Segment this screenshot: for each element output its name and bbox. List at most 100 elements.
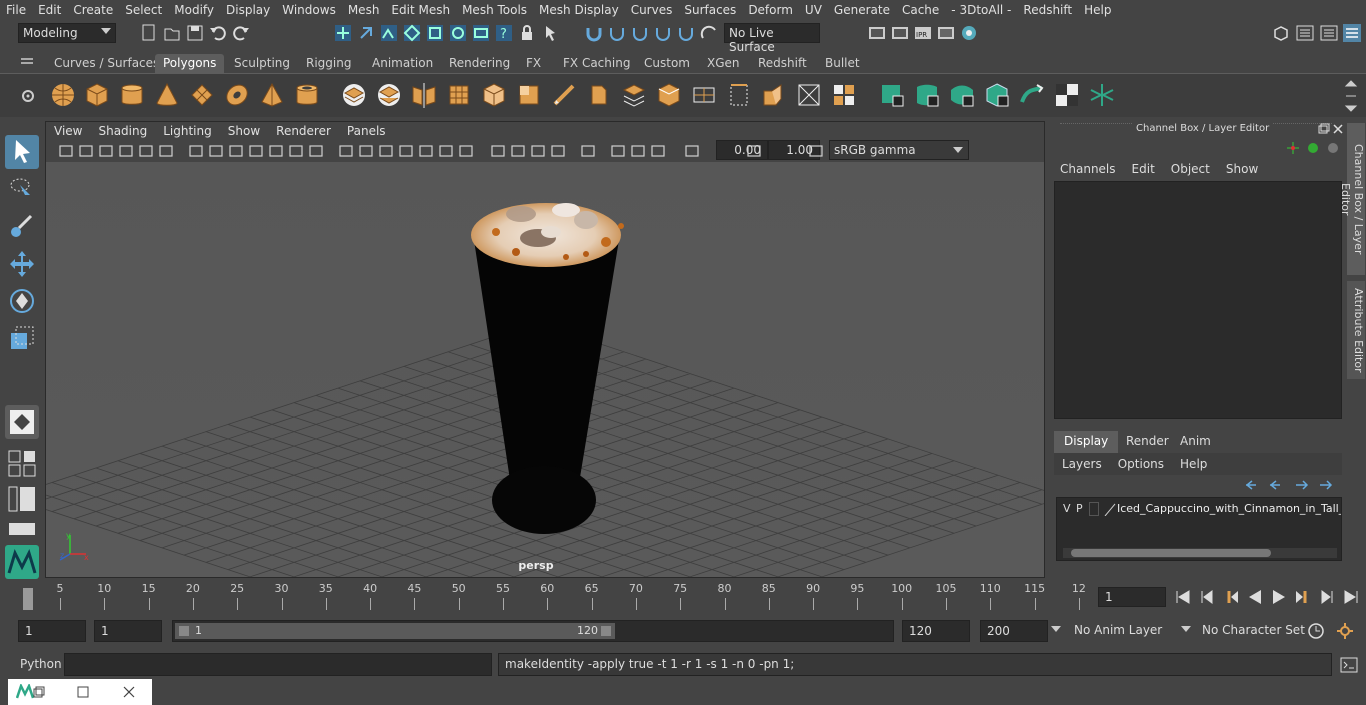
step-forward-key-icon[interactable] — [1294, 588, 1312, 606]
ipr-render-icon[interactable]: IPR — [914, 24, 932, 42]
range-end-grip[interactable] — [601, 626, 611, 636]
field-chart-icon[interactable] — [268, 143, 284, 159]
channel-menu-show[interactable]: Show — [1220, 162, 1268, 176]
new-layer-selected-icon[interactable] — [1318, 477, 1334, 491]
menu-modify[interactable]: Modify — [168, 3, 220, 17]
chevron-down-icon[interactable] — [1050, 623, 1062, 635]
symmetry-icon[interactable] — [700, 24, 718, 42]
2d-pan-icon[interactable] — [138, 143, 154, 159]
layer-display-type[interactable] — [1089, 502, 1099, 516]
menu-deform[interactable]: Deform — [742, 3, 799, 17]
gamma-icon[interactable] — [746, 143, 762, 159]
extrude-icon[interactable] — [481, 82, 507, 108]
grid-toggle-icon[interactable] — [188, 143, 204, 159]
menu-cache[interactable]: Cache — [896, 3, 945, 17]
layer-move-down-icon[interactable] — [1268, 477, 1284, 491]
shelf-tab-animation[interactable]: Animation — [364, 54, 441, 73]
snap-together-icon[interactable] — [608, 24, 626, 42]
poly-cone-icon[interactable] — [154, 82, 180, 108]
shelf-tab-fx[interactable]: FX — [518, 54, 549, 73]
menu-mesh-display[interactable]: Mesh Display — [533, 3, 625, 17]
viewport-menu-shading[interactable]: Shading — [90, 124, 155, 138]
smooth-shade-icon[interactable] — [358, 143, 374, 159]
layer-visibility-toggle[interactable]: V — [1063, 502, 1071, 515]
menu-curves[interactable]: Curves — [625, 3, 679, 17]
mode-selector[interactable]: Modeling — [18, 23, 116, 43]
film-gate-icon[interactable] — [208, 143, 224, 159]
snap-point-icon[interactable] — [449, 24, 467, 42]
range-start-grip[interactable] — [179, 626, 189, 636]
camera-select-icon[interactable] — [58, 143, 74, 159]
screen-space-ao-icon[interactable] — [510, 143, 526, 159]
time-ruler[interactable]: 1510152025303540455055606570758085909510… — [20, 582, 1092, 612]
move-tool[interactable] — [5, 247, 39, 281]
shelf-tab-redshift[interactable]: Redshift — [750, 54, 815, 73]
channel-menu-object[interactable]: Object — [1165, 162, 1220, 176]
layer-color-icon[interactable] — [1103, 502, 1117, 516]
snap-view-icon[interactable] — [472, 24, 490, 42]
shelf-tab-curves-surfaces[interactable]: Curves / Surfaces — [46, 54, 167, 73]
close-window-icon[interactable] — [122, 685, 136, 699]
shelf-tab-xgen[interactable]: XGen — [699, 54, 748, 73]
layer-move-up-icon[interactable] — [1244, 477, 1260, 491]
snap-vertex-icon[interactable] — [677, 24, 695, 42]
range-handle[interactable]: 1 120 — [175, 623, 615, 639]
xray-icon[interactable] — [418, 143, 434, 159]
layer-tab-anim[interactable]: Anim — [1170, 431, 1221, 453]
open-scene-icon[interactable] — [163, 24, 181, 42]
menu-uv[interactable]: UV — [799, 3, 828, 17]
snap-surface-icon[interactable] — [654, 24, 672, 42]
poly-cylinder-icon[interactable] — [119, 82, 145, 108]
menu-redshift[interactable]: Redshift — [1017, 3, 1078, 17]
shelf-settings-gear-icon[interactable] — [19, 87, 37, 105]
poly-pipe-icon[interactable] — [294, 82, 320, 108]
time-slider[interactable]: 1510152025303540455055606570758085909510… — [0, 580, 1366, 614]
select-cursor-icon[interactable] — [541, 24, 559, 42]
shelf-scroll-icon[interactable] — [1344, 80, 1358, 112]
shelf-tab-fx-caching[interactable]: FX Caching — [555, 54, 638, 73]
playback-start-field[interactable]: 1 — [94, 620, 162, 642]
play-backwards-icon[interactable] — [1246, 588, 1264, 606]
viewport-menu-panels[interactable]: Panels — [339, 124, 394, 138]
layer-tab-display[interactable]: Display — [1054, 431, 1119, 453]
paint-select-tool[interactable] — [5, 210, 39, 244]
chevron-down-icon[interactable] — [1180, 623, 1192, 635]
poly-pyramid-icon[interactable] — [259, 82, 285, 108]
layer-playback-toggle[interactable]: P — [1076, 502, 1083, 515]
step-forward-icon[interactable] — [1318, 588, 1336, 606]
toggle-modeling-toolkit-icon[interactable] — [1272, 24, 1290, 42]
layer-scrollbar[interactable] — [1063, 548, 1337, 558]
character-set-dropdown[interactable]: No Character Set — [1196, 620, 1305, 642]
float-panel-icon[interactable] — [1318, 123, 1330, 135]
script-language-label[interactable]: Python — [20, 657, 62, 671]
layer-menu-options[interactable]: Options — [1110, 457, 1172, 471]
aa-icon[interactable] — [550, 143, 566, 159]
redo-icon[interactable] — [232, 24, 250, 42]
uv-automatic-icon[interactable] — [984, 82, 1010, 108]
select-tool[interactable] — [5, 135, 39, 169]
save-scene-icon[interactable] — [186, 24, 204, 42]
go-to-end-icon[interactable] — [1342, 588, 1360, 606]
uv-layout-icon[interactable] — [1089, 82, 1115, 108]
layer-menu-layers[interactable]: Layers — [1054, 457, 1110, 471]
fill-hole-icon[interactable] — [726, 82, 752, 108]
render-frame-icon[interactable] — [891, 24, 909, 42]
channel-menu-channels[interactable]: Channels — [1054, 162, 1126, 176]
poly-sphere-icon[interactable] — [50, 82, 76, 108]
menu-edit[interactable]: Edit — [32, 3, 67, 17]
channel-menu-edit[interactable]: Edit — [1126, 162, 1165, 176]
tab-channel-box[interactable]: Channel Box / Layer Editor — [1339, 123, 1365, 275]
select-by-hierarchy-icon[interactable] — [334, 24, 352, 42]
script-editor-icon[interactable] — [1340, 656, 1358, 674]
gate-mask-icon[interactable] — [248, 143, 264, 159]
command-input[interactable] — [64, 653, 492, 676]
last-tool[interactable] — [5, 405, 39, 439]
animation-preferences-icon[interactable] — [1336, 622, 1354, 640]
menu-windows[interactable]: Windows — [276, 3, 342, 17]
toggle-attribute-editor-icon[interactable] — [1296, 24, 1314, 42]
shelf-tab-sculpting[interactable]: Sculpting — [226, 54, 298, 73]
manipulator-icon[interactable] — [1286, 141, 1300, 155]
viewport-menu-lighting[interactable]: Lighting — [155, 124, 220, 138]
menu-edit-mesh[interactable]: Edit Mesh — [385, 3, 456, 17]
poly-cube-icon[interactable] — [84, 82, 110, 108]
